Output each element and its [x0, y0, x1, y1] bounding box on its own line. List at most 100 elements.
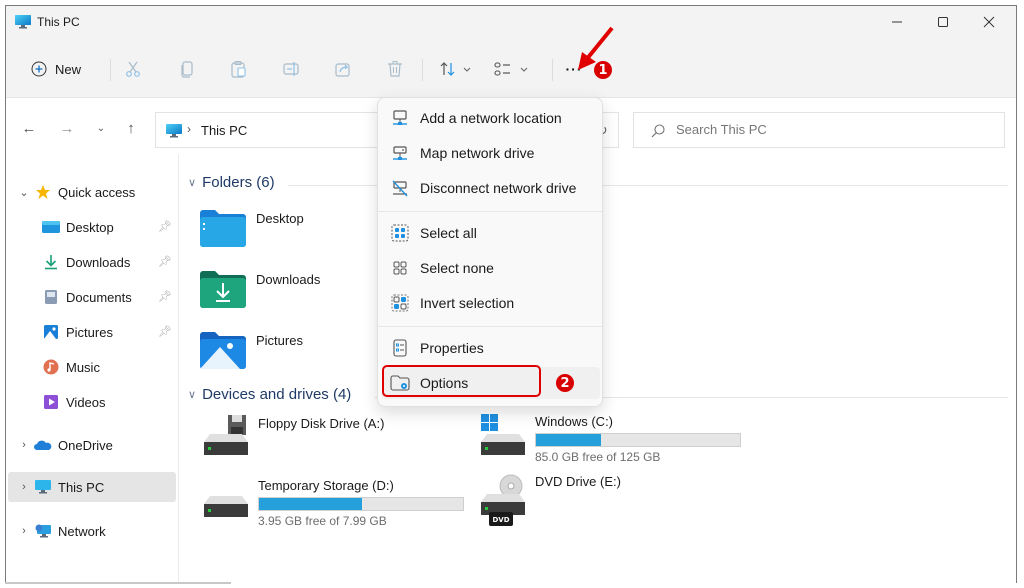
- folder-name: Downloads: [256, 272, 321, 287]
- music-icon: [42, 359, 60, 375]
- drive-item-windows-c[interactable]: Windows (C:) 85.0 GB free of 125 GB: [479, 412, 769, 468]
- paste-button[interactable]: [228, 55, 250, 83]
- drive-item-temporary-d[interactable]: Temporary Storage (D:) 3.95 GB free of 7…: [202, 476, 492, 532]
- menu-item-select-all[interactable]: Select all: [382, 217, 600, 249]
- drive-usage-bar: [258, 497, 464, 511]
- windows-drive-icon: [479, 412, 527, 461]
- disconnect-drive-icon: [390, 178, 410, 198]
- arrow-right-icon: →: [59, 119, 75, 137]
- minimize-button[interactable]: [874, 6, 920, 38]
- up-button[interactable]: ↑: [120, 117, 142, 139]
- menu-item-disconnect-network-drive[interactable]: Disconnect network drive: [382, 172, 600, 204]
- menu-item-select-none[interactable]: Select none: [382, 252, 600, 284]
- folder-item-pictures[interactable]: Pictures: [200, 331, 360, 381]
- download-icon: [42, 254, 60, 270]
- properties-icon: [390, 338, 410, 358]
- rename-button[interactable]: [280, 55, 302, 83]
- sidebar-item-label: OneDrive: [58, 437, 113, 453]
- pin-icon[interactable]: 📌︎: [158, 220, 172, 233]
- pictures-icon: [42, 324, 60, 340]
- maximize-button[interactable]: [920, 6, 966, 38]
- trash-icon: [388, 61, 402, 77]
- folders-header-label: Folders (6): [202, 174, 275, 191]
- new-button[interactable]: New: [26, 55, 86, 83]
- recent-locations-button[interactable]: ⌄: [90, 117, 112, 139]
- search-box[interactable]: [633, 112, 1005, 148]
- chevron-down-icon: ∨: [188, 389, 197, 401]
- sidebar-item-pictures[interactable]: Pictures 📌︎: [8, 317, 176, 347]
- drive-item-dvd-e[interactable]: DVD DVD Drive (E:): [479, 472, 769, 528]
- sidebar-item-onedrive[interactable]: › OneDrive: [8, 430, 176, 460]
- sidebar-item-downloads[interactable]: Downloads 📌︎: [8, 247, 176, 277]
- breadcrumb-chevron-icon: ›: [187, 122, 191, 136]
- view-list-icon: [494, 62, 528, 76]
- pc-icon: [14, 14, 32, 29]
- pin-icon[interactable]: 📌︎: [158, 325, 172, 338]
- menu-separator: [378, 326, 602, 327]
- menu-item-map-network-drive[interactable]: Map network drive: [382, 137, 600, 169]
- documents-icon: [42, 289, 60, 305]
- new-label: New: [54, 61, 81, 77]
- cut-button[interactable]: [122, 55, 144, 83]
- sidebar-item-documents[interactable]: Documents 📌︎: [8, 282, 176, 312]
- navigation-pane: ⌄ Quick access Desktop 📌︎ Downloads 📌︎ D…: [6, 154, 179, 584]
- delete-button[interactable]: [384, 55, 406, 83]
- drive-name: Temporary Storage (D:): [258, 478, 394, 493]
- see-more-menu: Add a network location Map network drive…: [377, 97, 603, 407]
- chevron-right-icon[interactable]: ›: [14, 481, 34, 493]
- drives-group-header[interactable]: ∨ Devices and drives (4): [188, 386, 351, 403]
- sidebar-item-quick-access[interactable]: ⌄ Quick access: [8, 177, 176, 207]
- desktop-folder-icon: [42, 219, 60, 235]
- horizontal-scrollbar[interactable]: [5, 582, 231, 584]
- pin-icon[interactable]: 📌︎: [158, 255, 172, 268]
- dvd-drive-icon: DVD: [479, 472, 527, 535]
- folder-item-desktop[interactable]: Desktop: [200, 209, 360, 259]
- window-title: This PC: [37, 15, 80, 29]
- network-icon: [34, 523, 52, 539]
- minimize-icon: [892, 21, 902, 23]
- menu-item-invert-selection[interactable]: Invert selection: [382, 287, 600, 319]
- menu-item-label: Select none: [420, 260, 494, 276]
- chevron-down-icon[interactable]: ⌄: [14, 186, 34, 199]
- folder-item-downloads[interactable]: Downloads: [200, 270, 360, 320]
- search-input[interactable]: [676, 122, 976, 137]
- copy-icon: [181, 61, 193, 78]
- sidebar-item-network[interactable]: › Network: [8, 516, 176, 546]
- forward-button[interactable]: →: [56, 117, 78, 139]
- menu-item-properties[interactable]: Properties: [382, 332, 600, 364]
- network-location-icon: [390, 108, 410, 128]
- sidebar-item-videos[interactable]: Videos: [8, 387, 176, 417]
- sidebar-item-desktop[interactable]: Desktop 📌︎: [8, 212, 176, 242]
- cloud-icon: [34, 437, 52, 453]
- sidebar-item-label: Music: [66, 359, 100, 375]
- sort-button[interactable]: [438, 55, 480, 83]
- arrow-up-icon: ↑: [127, 119, 135, 137]
- menu-item-label: Properties: [420, 340, 484, 356]
- chevron-right-icon[interactable]: ›: [14, 525, 34, 537]
- drive-item-floppy[interactable]: Floppy Disk Drive (A:): [202, 414, 492, 470]
- close-button[interactable]: [966, 6, 1012, 38]
- menu-item-label: Map network drive: [420, 145, 535, 161]
- toolbar-separator: [552, 59, 553, 81]
- plus-circle-icon: [31, 61, 47, 77]
- sidebar-item-label: Videos: [66, 394, 106, 410]
- chevron-right-icon[interactable]: ›: [14, 439, 34, 451]
- sidebar-item-label: Network: [58, 523, 106, 539]
- back-button[interactable]: ←: [18, 117, 40, 139]
- sidebar-item-this-pc[interactable]: › This PC: [8, 472, 176, 502]
- pin-icon[interactable]: 📌︎: [158, 290, 172, 303]
- breadcrumb-this-pc[interactable]: This PC: [201, 123, 247, 138]
- share-button[interactable]: [332, 55, 354, 83]
- sidebar-item-music[interactable]: Music: [8, 352, 176, 382]
- pc-icon: [165, 123, 183, 142]
- drive-name: DVD Drive (E:): [535, 474, 621, 489]
- folders-group-header[interactable]: ∨ Folders (6): [188, 174, 275, 191]
- copy-button[interactable]: [176, 55, 198, 83]
- view-button[interactable]: [492, 55, 536, 83]
- drive-free-space: 3.95 GB free of 7.99 GB: [258, 514, 387, 528]
- menu-item-add-network-location[interactable]: Add a network location: [382, 102, 600, 134]
- menu-item-label: Add a network location: [420, 110, 562, 126]
- folder-name: Pictures: [256, 333, 303, 348]
- invert-selection-icon: [390, 293, 410, 313]
- videos-icon: [42, 394, 60, 410]
